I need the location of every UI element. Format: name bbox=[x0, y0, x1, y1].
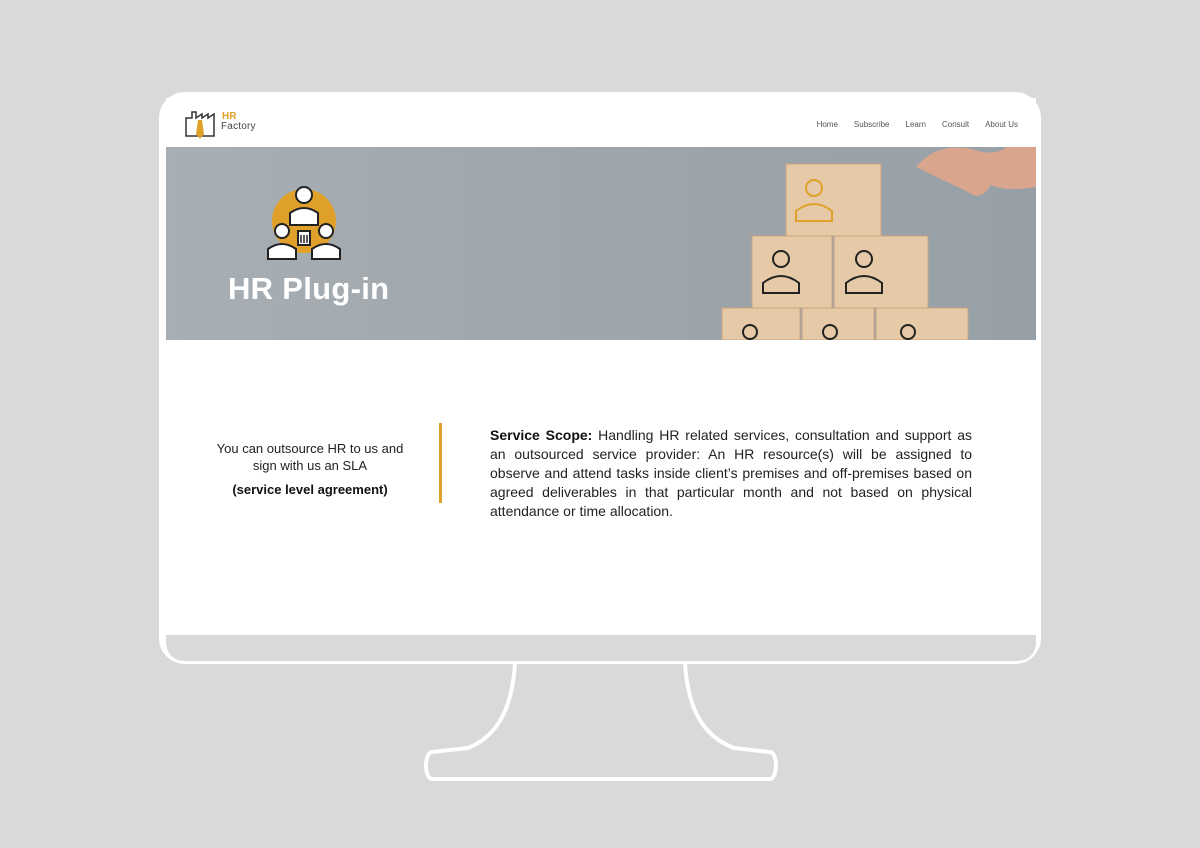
accent-divider bbox=[439, 423, 442, 503]
nav-learn[interactable]: Learn bbox=[906, 120, 926, 129]
monitor-chin bbox=[166, 635, 1036, 661]
factory-tie-icon bbox=[185, 111, 215, 139]
website-screen: HR Factory Home Subscribe Learn Consult … bbox=[166, 98, 1036, 635]
hero-title: HR Plug-in bbox=[228, 271, 390, 306]
service-scope-label: Service Scope: bbox=[490, 427, 593, 443]
nav-subscribe[interactable]: Subscribe bbox=[854, 120, 890, 129]
wooden-blocks-people-icon bbox=[721, 147, 1036, 340]
nav-home[interactable]: Home bbox=[817, 120, 838, 129]
outsource-text: You can outsource HR to us and sign with… bbox=[216, 441, 404, 473]
logo-line-factory: Factory bbox=[221, 121, 256, 132]
site-header: HR Factory Home Subscribe Learn Consult … bbox=[166, 98, 1036, 146]
sla-text: (service level agreement) bbox=[232, 482, 388, 497]
nav-about-us[interactable]: About Us bbox=[985, 120, 1018, 129]
hero-banner: HR Plug-in bbox=[166, 147, 1036, 340]
team-group-icon bbox=[267, 186, 341, 260]
service-scope-paragraph: Service Scope: Handling HR related servi… bbox=[490, 426, 972, 521]
main-nav: Home Subscribe Learn Consult About Us bbox=[817, 120, 1018, 129]
hr-factory-logo[interactable]: HR Factory bbox=[184, 104, 264, 140]
nav-consult[interactable]: Consult bbox=[942, 120, 969, 129]
